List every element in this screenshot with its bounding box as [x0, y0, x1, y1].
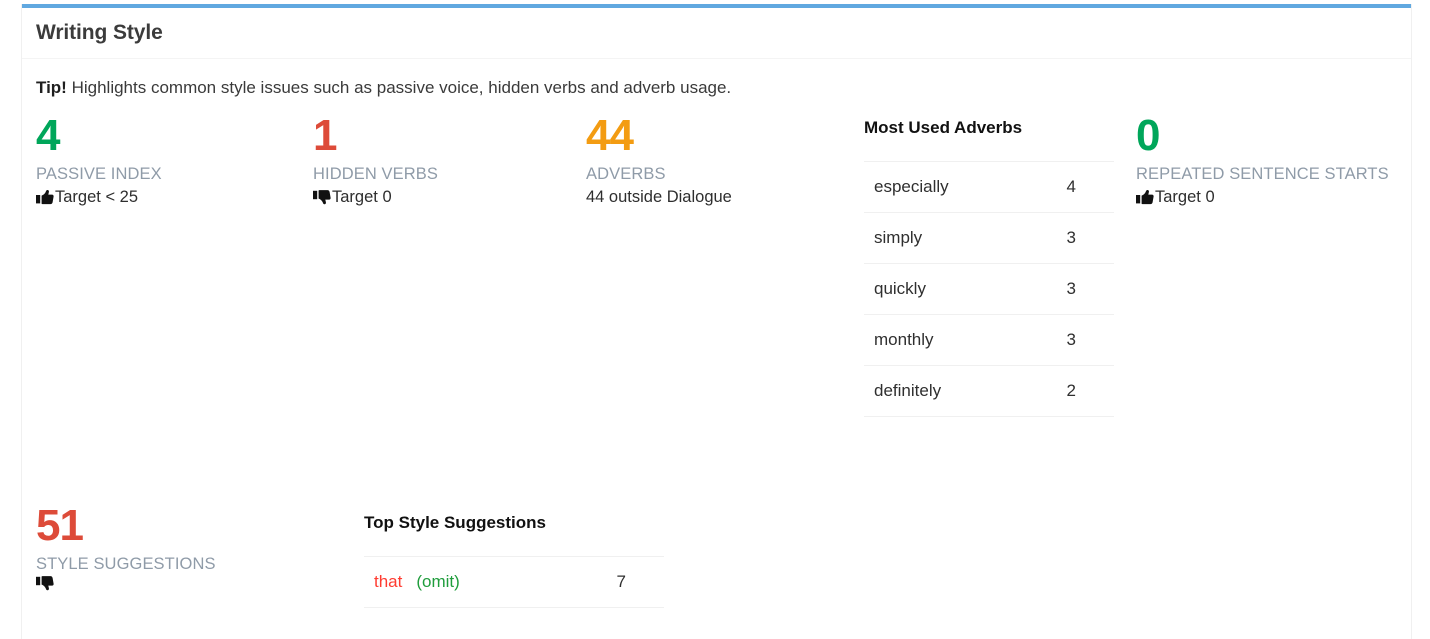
page-title: Writing Style — [36, 21, 163, 44]
suggestion-term: that — [374, 572, 403, 591]
thumbs-down-icon — [313, 189, 331, 206]
adverb-count: 4 — [1066, 177, 1076, 196]
tip-label: Tip! — [36, 78, 67, 97]
stat-adverbs-detail-text: 44 outside Dialogue — [586, 188, 732, 206]
stat-hidden-verbs-label: HIDDEN VERBS — [313, 165, 438, 183]
adverb-count: 2 — [1066, 381, 1076, 400]
top-style-suggestions-table: that (omit) 7 — [364, 556, 664, 608]
stat-style-suggestions-target — [36, 575, 216, 592]
adverb-term: simply — [874, 228, 923, 247]
stat-adverbs-label: ADVERBS — [586, 165, 666, 183]
top-style-suggestions-panel: Top Style Suggestions that (omit) 7 — [364, 513, 664, 608]
thumbs-up-icon — [1136, 189, 1154, 206]
stats-row-secondary: 51 STYLE SUGGESTIONS Top Style Suggestio… — [36, 503, 1397, 639]
table-row[interactable]: monthly 3 — [864, 314, 1114, 366]
stat-repeated-sentence-starts-target: Target 0 — [1136, 185, 1389, 209]
stat-passive-index-target: Target < 25 — [36, 185, 162, 209]
suggestion-cell: that (omit) — [364, 557, 578, 608]
tip-line: Tip! Highlights common style issues such… — [36, 77, 1397, 99]
stat-hidden-verbs-target: Target 0 — [313, 185, 438, 209]
table-row[interactable]: that (omit) 7 — [364, 556, 664, 608]
table-row[interactable]: simply 3 — [864, 212, 1114, 264]
stat-passive-index-label: PASSIVE INDEX — [36, 165, 162, 183]
stat-adverbs-detail: 44 outside Dialogue — [586, 185, 732, 209]
top-style-suggestions-title: Top Style Suggestions — [364, 513, 546, 532]
stat-hidden-verbs: 1 HIDDEN VERBS Target 0 — [313, 113, 438, 209]
table-row[interactable]: quickly 3 — [864, 263, 1114, 315]
stat-style-suggestions-label: STYLE SUGGESTIONS — [36, 555, 216, 573]
card-body: Tip! Highlights common style issues such… — [22, 59, 1411, 639]
tip-text: Highlights common style issues such as p… — [66, 78, 732, 97]
suggestion-action: (omit) — [416, 572, 460, 591]
stat-style-suggestions: 51 STYLE SUGGESTIONS — [36, 503, 216, 592]
writing-style-card: Writing Style Tip! Highlights common sty… — [21, 4, 1412, 639]
stat-hidden-verbs-target-text: Target 0 — [332, 188, 392, 206]
stat-repeated-sentence-starts-value: 0 — [1136, 111, 1160, 160]
adverb-term: monthly — [874, 330, 934, 349]
stat-adverbs-value: 44 — [586, 111, 634, 160]
stat-style-suggestions-value: 51 — [36, 501, 84, 550]
stats-row-primary: 4 PASSIVE INDEX Target < 25 1 HIDDEN VER… — [36, 113, 1397, 443]
table-row[interactable]: especially 4 — [864, 161, 1114, 213]
adverb-term: especially — [874, 177, 949, 196]
stat-passive-index-target-text: Target < 25 — [55, 188, 139, 206]
stat-passive-index-value: 4 — [36, 111, 60, 160]
stat-hidden-verbs-value: 1 — [313, 111, 337, 160]
card-header: Writing Style — [22, 8, 1411, 59]
suggestion-count: 7 — [616, 572, 626, 591]
most-used-adverbs-panel: Most Used Adverbs especially 4 simply 3 — [864, 118, 1114, 417]
stat-repeated-sentence-starts-target-text: Target 0 — [1155, 188, 1215, 206]
writing-style-report: Writing Style Tip! Highlights common sty… — [0, 0, 1430, 639]
adverb-term: quickly — [874, 279, 926, 298]
stat-repeated-sentence-starts: 0 REPEATED SENTENCE STARTS Target 0 — [1136, 113, 1389, 209]
adverb-count: 3 — [1066, 279, 1076, 298]
table-row[interactable]: definitely 2 — [864, 365, 1114, 417]
adverb-term: definitely — [874, 381, 942, 400]
stat-passive-index: 4 PASSIVE INDEX Target < 25 — [36, 113, 162, 209]
stat-adverbs: 44 ADVERBS 44 outside Dialogue — [586, 113, 732, 209]
stat-repeated-sentence-starts-label: REPEATED SENTENCE STARTS — [1136, 165, 1389, 183]
most-used-adverbs-title: Most Used Adverbs — [864, 118, 1023, 137]
adverb-count: 3 — [1066, 330, 1076, 349]
thumbs-up-icon — [36, 189, 54, 206]
adverb-count: 3 — [1066, 228, 1076, 247]
most-used-adverbs-table: especially 4 simply 3 quickly 3 monthly … — [864, 161, 1114, 417]
thumbs-down-icon — [36, 575, 54, 592]
